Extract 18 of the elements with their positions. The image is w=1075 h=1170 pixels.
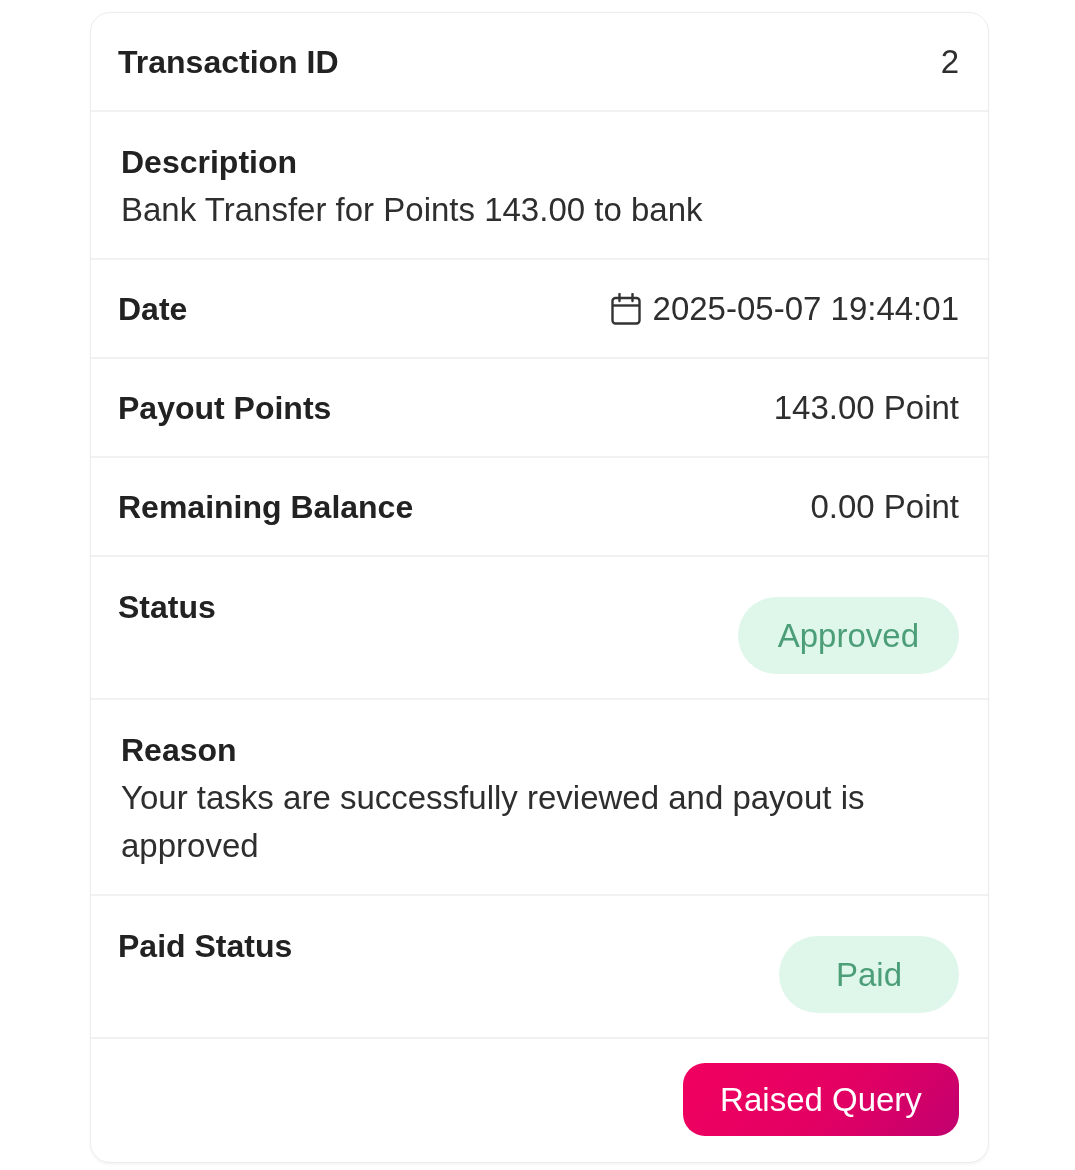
raise-query-button[interactable]: Raised Query [683,1063,959,1136]
calendar-icon [610,292,641,325]
field-value: 0.00 Point [810,486,959,527]
status-badge: Paid [779,936,959,1013]
field-label: Paid Status [118,927,293,966]
field-label: Status [118,588,216,627]
field-value: 2 [940,41,959,82]
field-label: Payout Points [118,388,332,428]
status-badge: Approved [737,597,959,674]
field-label: Reason [121,731,237,770]
field-label: Remaining Balance [118,487,414,527]
field-value: 143.00 Point [773,387,959,428]
field-value: Bank Transfer for Points 143.00 to bank [121,190,703,230]
field-label: Description [121,143,298,182]
field-value: Your tasks are successfully reviewed and payout is approved [121,778,866,866]
field-label: Date [118,289,188,329]
field-label: Transaction ID [118,42,339,82]
date-value: 2025-05-07 19:44:01 [652,288,959,329]
